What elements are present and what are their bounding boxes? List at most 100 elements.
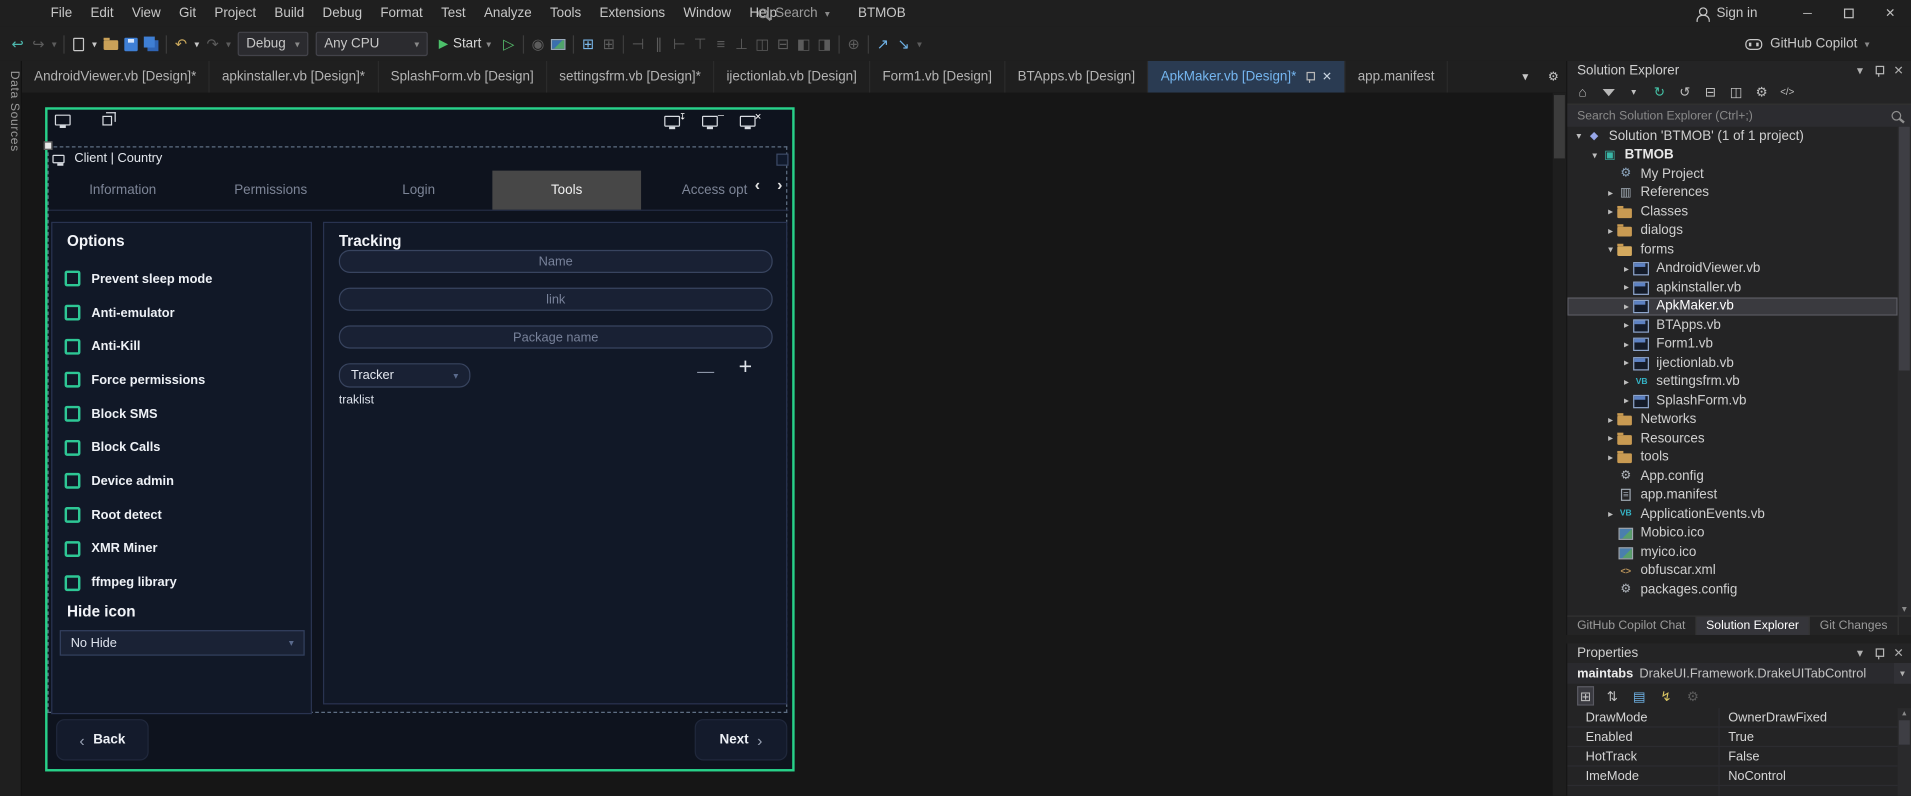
property-value[interactable]: False [1718, 747, 1897, 766]
checkbox-anti-emulator[interactable]: Anti-emulator [64, 296, 304, 330]
redo-icon[interactable]: ↷ [202, 32, 223, 56]
doc-tab[interactable]: settingsfrm.vb [Design]* [547, 60, 715, 93]
make-same-height-icon[interactable]: ⊟ [773, 32, 794, 56]
navigate-back-icon[interactable]: ↩ [7, 32, 28, 56]
make-same-width-icon[interactable]: ◫ [752, 32, 773, 56]
tree-item[interactable]: Mobico.ico [1567, 523, 1897, 542]
tree-item[interactable]: ▸ dialogs [1567, 221, 1897, 240]
checkbox-root-detect[interactable]: Root detect [64, 498, 304, 532]
editor-scrollbar[interactable] [1552, 92, 1567, 796]
tree-item[interactable]: ▾ BTMOB [1567, 146, 1897, 165]
tree-item[interactable]: ▸ BTApps.vb [1567, 316, 1897, 335]
tab-list-icon[interactable]: ▾ [1515, 65, 1536, 89]
open-file-icon[interactable] [100, 32, 121, 56]
chevron-down-icon[interactable]: ▾ [1857, 647, 1863, 660]
checkbox-block-sms[interactable]: Block SMS [64, 397, 304, 431]
maximize-button[interactable] [1828, 0, 1869, 27]
data-sources-strip[interactable]: Data Sources [0, 60, 22, 796]
align-middles-icon[interactable]: ≡ [710, 32, 731, 56]
property-pages-icon[interactable]: ⚙ [1684, 686, 1701, 706]
collapsed-icon[interactable]: ▸ [1620, 320, 1633, 331]
property-value[interactable]: True [1718, 727, 1897, 746]
doc-tab[interactable]: ijectionlab.vb [Design] [714, 60, 871, 93]
collapsed-icon[interactable]: ▸ [1604, 187, 1617, 198]
home-icon[interactable]: ⌂ [1575, 85, 1591, 100]
hide-icon-dropdown[interactable]: No Hide ▾ [59, 630, 305, 656]
align-centers-icon[interactable]: ∥ [648, 32, 669, 56]
tree-item[interactable]: ▸ AndroidViewer.vb [1567, 259, 1897, 278]
minimize-button[interactable]: ─ [1787, 0, 1828, 27]
save-all-icon[interactable] [141, 32, 162, 56]
preview-screen-icon[interactable] [548, 32, 569, 56]
selection-handle[interactable] [43, 141, 53, 150]
sync-icon[interactable]: ↻ [1651, 84, 1667, 100]
form-tab-login[interactable]: Login [345, 171, 493, 210]
properties-view-icon[interactable]: ▤ [1631, 686, 1648, 706]
smart-tag[interactable] [776, 153, 789, 166]
checkbox-block-calls[interactable]: Block Calls [64, 431, 304, 465]
tree-item[interactable]: ▸ SplashForm.vb [1567, 391, 1897, 410]
checkbox-prevent-sleep-mode[interactable]: Prevent sleep mode [64, 262, 304, 296]
chevron-down-icon[interactable]: ▾ [49, 32, 60, 56]
add-tracker-button[interactable]: + [739, 355, 753, 382]
view-code-icon[interactable]: </> [1779, 87, 1795, 98]
link-input[interactable] [338, 287, 773, 311]
menu-project[interactable]: Project [205, 6, 265, 21]
next-button[interactable]: Next › [694, 719, 788, 761]
collapsed-icon[interactable]: ▸ [1620, 263, 1633, 274]
menu-git[interactable]: Git [170, 6, 205, 21]
tree-item[interactable]: App.config [1567, 467, 1897, 486]
checkbox-anti-kill[interactable]: Anti-Kill [64, 330, 304, 364]
pin-icon[interactable] [1873, 64, 1884, 77]
doc-tab[interactable]: SplashForm.vb [Design] [378, 60, 548, 93]
zoom-icon[interactable]: ⊕ [843, 32, 864, 56]
checkbox-device-admin[interactable]: Device admin [64, 464, 304, 498]
show-all-files-icon[interactable]: ◫ [1728, 84, 1744, 100]
tree-item[interactable]: app.manifest [1567, 486, 1897, 505]
tree-item[interactable]: ▾ forms [1567, 240, 1897, 259]
tree-item[interactable]: ▸ ApkMaker.vb [1567, 296, 1898, 316]
title-search-button[interactable]: Search ▾ [758, 0, 830, 27]
navigate-forward-icon[interactable]: ↪ [28, 32, 49, 56]
chevron-down-icon[interactable]: ▾ [914, 32, 925, 56]
align-tops-icon[interactable]: ⊤ [690, 32, 711, 56]
chevron-down-icon[interactable]: ▾ [1857, 64, 1863, 77]
snap-grid-icon[interactable]: ⊞ [598, 32, 619, 56]
menu-file[interactable]: File [41, 6, 81, 21]
menu-test[interactable]: Test [432, 6, 475, 21]
form-minimize-icon[interactable]: ─ [702, 112, 724, 130]
collapsed-icon[interactable]: ▸ [1604, 414, 1617, 425]
property-row[interactable]: DrawMode OwnerDrawFixed [1567, 708, 1898, 728]
alphabetical-icon[interactable]: ⇅ [1604, 686, 1621, 706]
close-icon[interactable]: ✕ [1893, 64, 1903, 77]
tree-item[interactable]: ▸ ijectionlab.vb [1567, 353, 1897, 372]
dock-window-icon[interactable]: ↘ [893, 32, 914, 56]
tree-item[interactable]: ▸ ApplicationEvents.vb [1567, 505, 1897, 524]
form-logo-icon[interactable] [54, 114, 71, 128]
events-icon[interactable]: ↯ [1658, 686, 1675, 706]
pin-icon[interactable] [1873, 647, 1884, 660]
new-file-icon[interactable] [68, 32, 89, 56]
tree-item[interactable]: ▸ References [1567, 183, 1897, 202]
undo-icon[interactable]: ↶ [171, 32, 192, 56]
pin-icon[interactable] [1304, 70, 1315, 83]
start-without-debugging-icon[interactable]: ▷ [498, 32, 519, 56]
tree-scrollbar[interactable]: ▾ [1897, 126, 1911, 616]
menu-window[interactable]: Window [674, 6, 740, 21]
align-lefts-icon[interactable]: ⊣ [628, 32, 649, 56]
save-icon[interactable] [121, 32, 142, 56]
tree-item[interactable]: My Project [1567, 165, 1897, 184]
bring-to-front-icon[interactable]: ◧ [793, 32, 814, 56]
doc-tab[interactable]: Form1.vb [Design] [870, 60, 1006, 93]
platform-select[interactable]: Any CPU ▾ [315, 31, 428, 57]
tree-item[interactable]: ▾ Solution 'BTMOB' (1 of 1 project) [1567, 127, 1897, 146]
refresh-icon[interactable]: ↺ [1677, 84, 1693, 100]
collapsed-icon[interactable]: ▸ [1620, 301, 1633, 312]
menu-debug[interactable]: Debug [313, 6, 371, 21]
doc-tab[interactable]: BTApps.vb [Design] [1005, 60, 1149, 93]
tracker-dropdown[interactable]: Tracker ▾ [338, 363, 471, 388]
tree-item[interactable]: ▸ apkinstaller.vb [1567, 278, 1897, 297]
tab-scroll-left-icon[interactable]: ‹ [755, 176, 760, 194]
properties-icon[interactable]: ⚙ [1754, 84, 1770, 100]
close-icon[interactable]: ✕ [1893, 647, 1903, 660]
